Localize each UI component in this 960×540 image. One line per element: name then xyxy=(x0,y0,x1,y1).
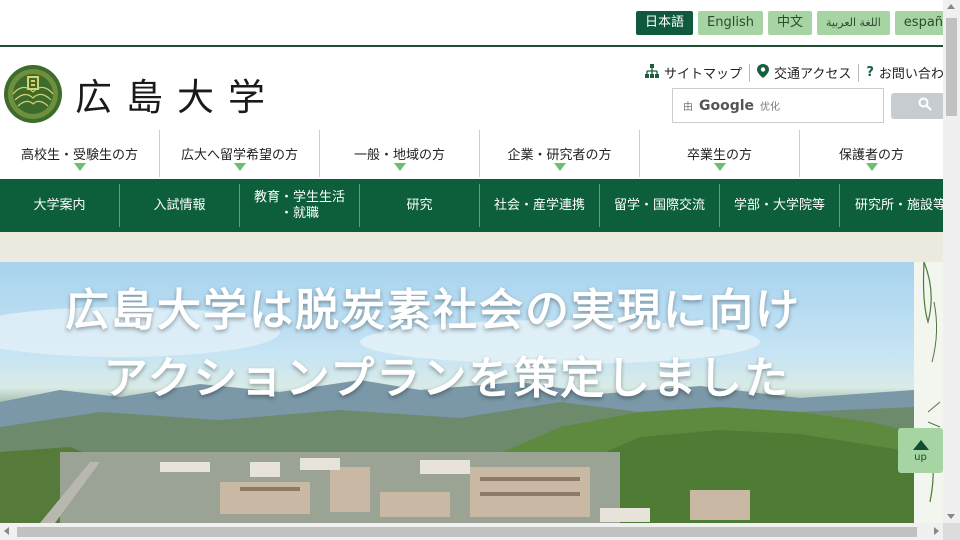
audience-nav-label: 広大へ留学希望の方 xyxy=(180,148,298,163)
search-suffix: 优化 xyxy=(760,102,781,113)
lang-arabic[interactable]: اللغة العربية xyxy=(816,11,890,35)
utility-links: サイトマップ 交通アクセス ? お問い合わ xyxy=(638,63,943,82)
audience-nav-label: 一般・地域の方 xyxy=(353,148,445,163)
site-logo[interactable]: 広島大学 xyxy=(3,64,279,124)
page-viewport: 日本語 English 中文 اللغة العربية españo 広島大学 xyxy=(0,0,943,523)
main-nav-item[interactable]: 社会・産学連携 xyxy=(480,184,600,227)
sitemap-label: サイトマップ xyxy=(664,67,743,82)
audience-nav-label: 保護者の方 xyxy=(838,148,904,163)
audience-nav-item[interactable]: 高校生・受験生の方 xyxy=(0,130,160,177)
sitemap-link[interactable]: サイトマップ xyxy=(638,63,749,82)
lang-english[interactable]: English xyxy=(698,11,763,35)
dropdown-arrow-icon xyxy=(73,163,86,171)
main-nav-item[interactable]: 研究 xyxy=(360,184,480,227)
sitemap-icon xyxy=(645,63,659,82)
main-nav-label: 社会・産学連携 xyxy=(493,197,585,213)
arrow-up-icon xyxy=(912,440,929,450)
university-seal-icon xyxy=(4,65,62,123)
question-icon: ? xyxy=(866,65,874,80)
audience-nav: 高校生・受験生の方 広大へ留学希望の方 一般・地域の方 企業・研究者の方 卒業生… xyxy=(0,130,943,177)
scroll-right-arrow-icon[interactable] xyxy=(934,527,939,535)
main-nav-label: 留学・国際交流 xyxy=(613,197,705,213)
back-to-top-label: up xyxy=(914,452,927,463)
hero-headline-line-2: アクションプランを策定しました xyxy=(103,353,791,404)
scroll-down-arrow-icon[interactable] xyxy=(947,514,955,519)
main-nav-label: 研究 xyxy=(406,197,433,213)
dropdown-arrow-icon xyxy=(713,163,726,171)
google-brand: Google xyxy=(699,97,755,114)
main-nav-label: 研究所・施設等 xyxy=(855,197,943,213)
lang-chinese[interactable]: 中文 xyxy=(767,11,812,35)
horizontal-scrollbar[interactable] xyxy=(0,523,943,540)
vertical-scrollbar[interactable] xyxy=(943,0,960,523)
scrollbar-corner xyxy=(943,523,960,540)
lang-spanish[interactable]: españo xyxy=(894,11,943,35)
back-to-top-button[interactable]: up xyxy=(898,428,943,473)
contact-link[interactable]: ? お問い合わ xyxy=(859,63,943,82)
audience-nav-label: 企業・研究者の方 xyxy=(507,148,612,163)
main-nav-label: 入試情報 xyxy=(153,197,206,213)
audience-nav-item[interactable]: 保護者の方 xyxy=(800,130,943,177)
lang-japanese[interactable]: 日本語 xyxy=(636,11,694,35)
main-nav-label: 大学案内 xyxy=(33,197,86,213)
main-nav-item[interactable]: 大学案内 xyxy=(0,184,120,227)
contact-label: お問い合わ xyxy=(878,67,943,82)
search-button[interactable] xyxy=(891,93,943,119)
map-pin-icon xyxy=(757,63,770,82)
header-divider xyxy=(0,45,943,47)
dropdown-arrow-icon xyxy=(553,163,566,171)
search-input[interactable]: 由 Google 优化 xyxy=(672,88,884,123)
search-prefix: 由 xyxy=(683,102,693,113)
vertical-scroll-thumb[interactable] xyxy=(946,18,957,116)
main-nav-item[interactable]: 研究所・施設等 xyxy=(840,184,943,227)
main-nav-item[interactable]: 教育・学生生活 ・就職 xyxy=(240,184,360,227)
hero-banner[interactable]: 広島大学は脱炭素社会の実現に向け アクションプランを策定しました xyxy=(0,262,914,523)
audience-nav-item[interactable]: 企業・研究者の方 xyxy=(480,130,640,177)
side-decoration-image xyxy=(914,262,943,523)
logo-text: 広島大学 xyxy=(75,76,279,119)
main-nav-item[interactable]: 入試情報 xyxy=(120,184,240,227)
content-band xyxy=(0,232,943,262)
horizontal-scroll-thumb[interactable] xyxy=(17,527,917,537)
audience-nav-item[interactable]: 一般・地域の方 xyxy=(320,130,480,177)
main-nav-item[interactable]: 学部・大学院等 xyxy=(720,184,840,227)
access-link[interactable]: 交通アクセス xyxy=(750,63,858,82)
main-nav-label: 学部・大学院等 xyxy=(733,197,825,213)
search-icon xyxy=(918,97,932,111)
language-switcher: 日本語 English 中文 اللغة العربية españo xyxy=(636,11,943,35)
main-nav: 大学案内 入試情報 教育・学生生活 ・就職 研究 社会・産学連携 留学・国際交流… xyxy=(0,179,943,232)
dropdown-arrow-icon xyxy=(233,163,246,171)
audience-nav-label: 卒業生の方 xyxy=(686,148,752,163)
audience-nav-item[interactable]: 広大へ留学希望の方 xyxy=(160,130,320,177)
audience-nav-label: 高校生・受験生の方 xyxy=(20,148,138,163)
main-nav-item[interactable]: 留学・国際交流 xyxy=(600,184,720,227)
main-nav-label: 教育・学生生活 ・就職 xyxy=(253,189,345,221)
access-label: 交通アクセス xyxy=(774,67,852,82)
hero-headline-line-1: 広島大学は脱炭素社会の実現に向け xyxy=(65,285,801,336)
dropdown-arrow-icon xyxy=(865,163,878,171)
dropdown-arrow-icon xyxy=(393,163,406,171)
audience-nav-item[interactable]: 卒業生の方 xyxy=(640,130,800,177)
scroll-up-arrow-icon[interactable] xyxy=(947,4,955,9)
scroll-left-arrow-icon[interactable] xyxy=(4,527,9,535)
